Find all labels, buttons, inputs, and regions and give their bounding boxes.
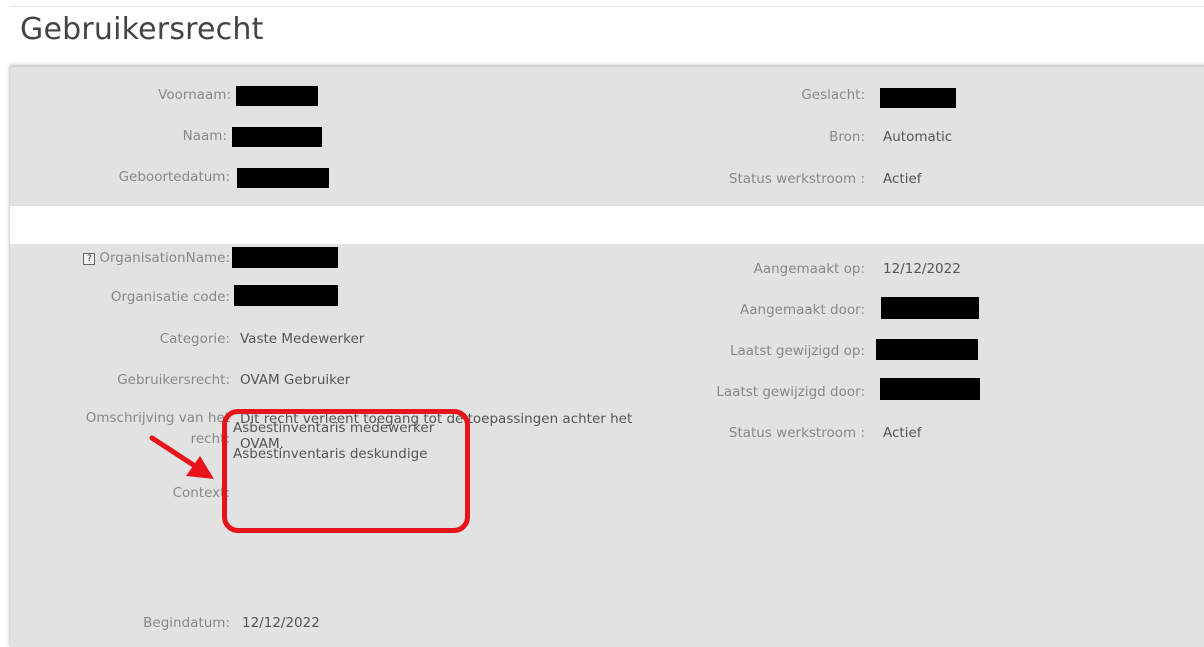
aangemaakt-door-label: Aangemaakt door: — [740, 302, 865, 318]
aangemaakt-door-value-redacted — [881, 297, 979, 319]
status-werkstroom-2-value: Actief — [883, 425, 922, 441]
title-divider — [10, 6, 1204, 7]
voornaam-value-redacted — [236, 86, 318, 106]
section-separator — [10, 206, 1204, 244]
detail-panel: Voornaam: Naam: Geboortedatum: Geslacht:… — [10, 66, 1204, 647]
organisatie-code-label: Organisatie code: — [110, 289, 230, 305]
gebruikersrecht-label: Gebruikersrecht: — [117, 372, 230, 388]
gebruikersrecht-value: OVAM Gebruiker — [240, 372, 351, 388]
organisation-name-label: ? OrganisationName: — [83, 250, 230, 266]
aangemaakt-op-value: 12/12/2022 — [883, 261, 961, 277]
laatst-gewijzigd-op-label: Laatst gewijzigd op: — [729, 343, 865, 359]
status-werkstroom-label: Status werkstroom : — [728, 171, 865, 187]
page-title: Gebruikersrecht — [20, 12, 264, 47]
voornaam-label: Voornaam: — [158, 87, 231, 103]
laatst-gewijzigd-door-value-redacted — [880, 378, 980, 400]
organisation-name-label-text: OrganisationName: — [99, 250, 230, 266]
help-icon[interactable]: ? — [83, 253, 96, 265]
status-werkstroom-2-label: Status werkstroom : — [728, 425, 865, 441]
annotation-highlight-box — [222, 409, 470, 533]
annotation-arrow-icon — [149, 435, 214, 479]
organisatie-code-value-redacted — [234, 285, 338, 306]
bron-value: Automatic — [883, 129, 953, 145]
naam-value-redacted — [232, 127, 322, 147]
laatst-gewijzigd-door-label: Laatst gewijzigd door: — [716, 384, 865, 400]
naam-label: Naam: — [182, 128, 227, 144]
geslacht-value-redacted — [880, 88, 956, 108]
geboortedatum-value-redacted — [237, 168, 329, 188]
organisation-name-value-redacted — [232, 247, 338, 268]
laatst-gewijzigd-op-value-redacted — [876, 339, 978, 360]
begindatum-value: 12/12/2022 — [242, 615, 320, 631]
categorie-label: Categorie: — [159, 331, 230, 347]
bron-label: Bron: — [829, 129, 865, 145]
status-werkstroom-value: Actief — [883, 171, 922, 187]
begindatum-label: Begindatum: — [143, 615, 230, 631]
geboortedatum-label: Geboortedatum: — [118, 169, 230, 185]
categorie-value: Vaste Medewerker — [240, 331, 365, 347]
geslacht-label: Geslacht: — [801, 87, 865, 103]
aangemaakt-op-label: Aangemaakt op: — [753, 261, 865, 277]
